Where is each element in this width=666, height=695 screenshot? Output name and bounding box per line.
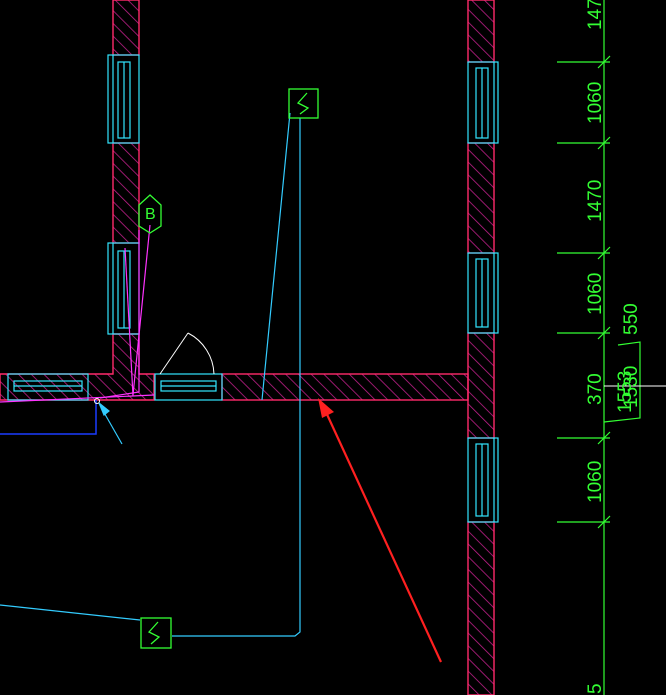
dim-1470: 1470 bbox=[585, 180, 606, 222]
switch-symbol-upper bbox=[288, 88, 319, 119]
switch-symbol-lower bbox=[140, 617, 172, 649]
right-wall-bottom bbox=[467, 521, 495, 695]
pointer-head bbox=[98, 402, 110, 416]
wire-lower-left bbox=[0, 604, 141, 621]
dimension-labels: 147 1060 1470 1060 550 370 1553 1530 106… bbox=[585, 0, 642, 694]
right-wall-mid bbox=[467, 142, 495, 254]
window-right-top bbox=[467, 61, 499, 144]
annotation-arrow bbox=[318, 398, 442, 663]
window-left-upper bbox=[107, 54, 140, 144]
dim-550: 550 bbox=[621, 303, 642, 335]
dim-370: 370 bbox=[585, 373, 606, 405]
window-right-lower bbox=[467, 437, 499, 523]
dim-1060-b: 1060 bbox=[585, 273, 606, 315]
dim-top-partial: 147 bbox=[585, 0, 606, 30]
wire-upper-switch bbox=[261, 112, 291, 401]
left-wall-upper bbox=[112, 0, 140, 56]
windows bbox=[7, 54, 499, 523]
window-left-lower bbox=[107, 242, 140, 335]
walls bbox=[0, 0, 495, 695]
window-horizontal-door bbox=[154, 373, 223, 401]
dim-bottom-partial: 5 bbox=[585, 683, 606, 694]
door-swing bbox=[159, 332, 215, 375]
window-right-mid bbox=[467, 252, 499, 334]
tag-b-label: B bbox=[145, 206, 156, 223]
blue-outline bbox=[0, 400, 97, 435]
dimension-chain bbox=[557, 0, 666, 695]
dim-1060-a: 1060 bbox=[585, 82, 606, 124]
right-wall-top bbox=[467, 0, 495, 63]
dim-1530: 1530 bbox=[621, 366, 642, 408]
dim-1060-c: 1060 bbox=[585, 461, 606, 503]
cad-floor-plan: B 147 1060 1470 1060 550 370 1553 1530 1… bbox=[0, 0, 666, 695]
horizontal-wall bbox=[221, 373, 469, 401]
left-wall-mid bbox=[112, 142, 140, 244]
right-wall-junction bbox=[467, 332, 495, 439]
